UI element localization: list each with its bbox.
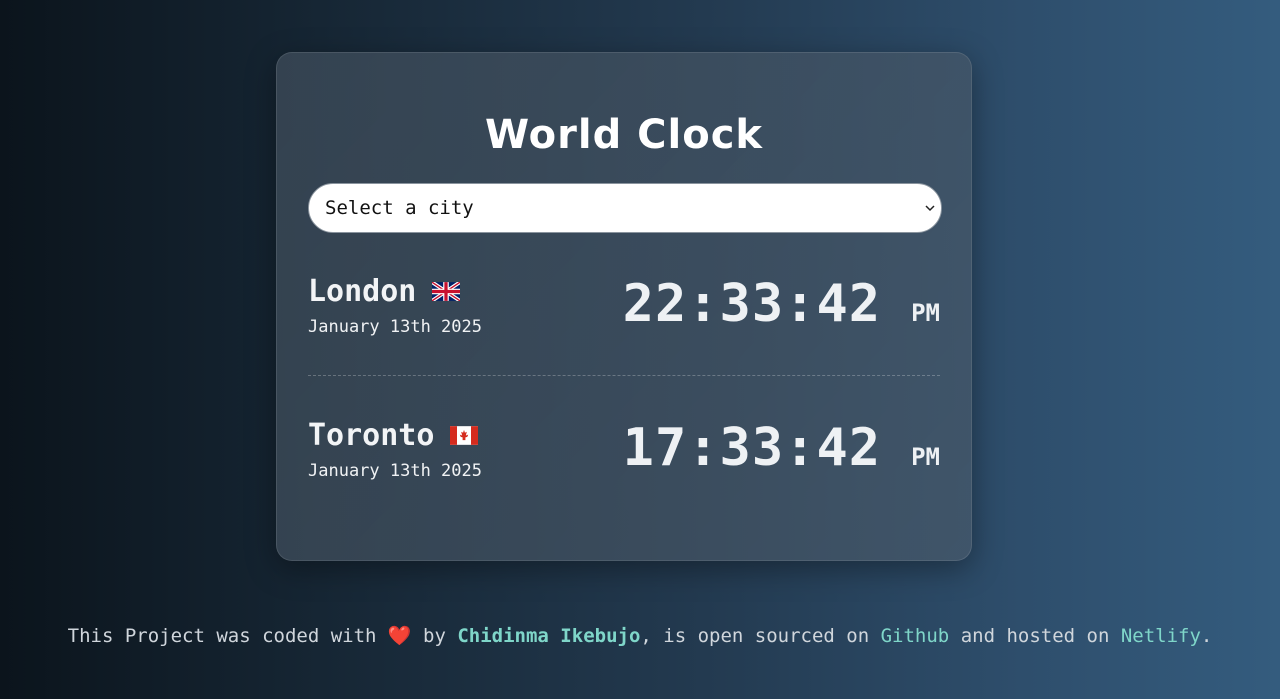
city-row-london: London January 13th 2025 22:33:42 PM bbox=[308, 233, 940, 376]
github-link[interactable]: Github bbox=[881, 625, 950, 647]
city-name: Toronto bbox=[308, 417, 435, 453]
city-time: 22:33:42 bbox=[622, 274, 882, 334]
city-time: 17:33:42 bbox=[622, 418, 882, 478]
am-pm-label: PM bbox=[911, 299, 940, 327]
uk-flag-icon bbox=[432, 281, 461, 301]
footer: This Project was coded with ❤️ by Chidin… bbox=[67, 625, 1213, 647]
netlify-link[interactable]: Netlify bbox=[1121, 625, 1201, 647]
author-link[interactable]: Chidinma Ikebujo bbox=[457, 625, 640, 647]
city-date: January 13th 2025 bbox=[308, 317, 482, 337]
page-title: World Clock bbox=[484, 112, 764, 158]
heart-icon: ❤️ bbox=[387, 625, 412, 647]
city-select[interactable]: Select a city bbox=[308, 183, 942, 233]
city-date: January 13th 2025 bbox=[308, 461, 482, 481]
city-name: London bbox=[308, 273, 417, 309]
world-clock-card: World Clock Select a city London January… bbox=[276, 52, 972, 561]
city-row-toronto: Toronto January 13th 2025 17:33:42 PM bbox=[308, 376, 940, 520]
city-select-value: Select a city bbox=[325, 197, 474, 219]
canada-flag-icon bbox=[450, 425, 479, 445]
am-pm-label: PM bbox=[911, 443, 940, 471]
chevron-down-icon bbox=[925, 201, 935, 215]
